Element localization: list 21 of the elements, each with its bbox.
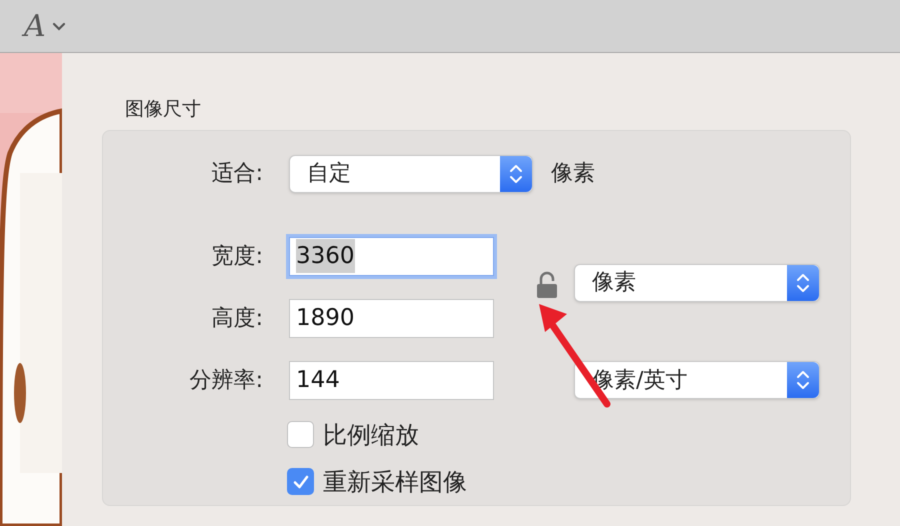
field-label: 宽度:	[210, 242, 263, 270]
field-label: 分辨率:	[188, 366, 263, 394]
text-field[interactable]: 144	[289, 360, 494, 400]
stepper-icon	[787, 362, 819, 398]
unit-label: 像素	[551, 160, 595, 188]
unit-popup[interactable]: 像素	[574, 264, 820, 302]
font-button[interactable]: A	[24, 4, 66, 48]
field-label: 适合:	[210, 160, 263, 188]
checkbox-label: 重新采样图像	[323, 466, 467, 498]
stepper-icon	[500, 156, 532, 192]
open-lock-icon[interactable]	[536, 270, 558, 300]
chevron-down-icon	[52, 22, 66, 30]
stepper-icon	[787, 264, 819, 300]
fit-popup[interactable]: 自定	[289, 154, 533, 192]
checkmark-icon	[292, 472, 310, 490]
section-title: 图像尺寸	[124, 97, 202, 122]
text-field[interactable]: 1890	[289, 298, 494, 338]
checkbox[interactable]	[287, 421, 314, 448]
field-label: 高度:	[210, 304, 263, 332]
checkbox-label: 比例缩放	[323, 420, 419, 450]
checkbox[interactable]	[287, 468, 314, 495]
